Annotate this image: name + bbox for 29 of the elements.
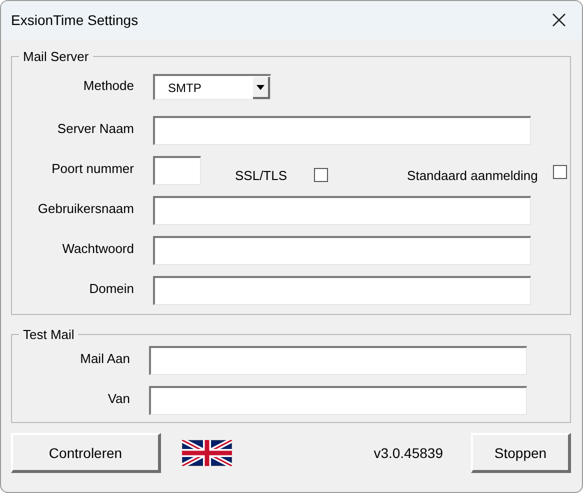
- field-label: Server Naam: [56, 120, 135, 136]
- field-label: Poort nummer: [50, 160, 135, 176]
- field-label: Methode: [82, 78, 135, 92]
- port-field[interactable]: [153, 156, 201, 184]
- field-label: Wachtwoord: [61, 240, 135, 256]
- input-field[interactable]: [149, 386, 527, 414]
- stop-button[interactable]: Stoppen: [471, 433, 571, 473]
- input-field[interactable]: [153, 236, 531, 264]
- version-text: v3.0.45839: [374, 445, 443, 461]
- checkbox[interactable]: [552, 165, 567, 179]
- field-label: Van: [106, 390, 131, 406]
- field-label: Mail Aan: [79, 350, 131, 366]
- check-button[interactable]: Controleren: [11, 433, 161, 473]
- close-icon: [552, 13, 566, 27]
- input-field[interactable]: [153, 276, 531, 304]
- input-field[interactable]: [153, 116, 531, 144]
- checkbox[interactable]: [314, 168, 328, 182]
- flag-icon: [182, 440, 232, 466]
- checkbox-label: Standaard aanmelding: [407, 168, 538, 182]
- group-title: Test Mail: [22, 327, 76, 342]
- caret-icon: [253, 76, 270, 98]
- method-dropdown[interactable]: SMTP: [153, 74, 271, 100]
- input-field[interactable]: [153, 196, 531, 224]
- group-title: Mail Server: [22, 49, 90, 64]
- input-field[interactable]: [149, 346, 527, 374]
- checkbox-label: SSL/TLS: [235, 168, 288, 182]
- field-label: Domein: [88, 280, 135, 296]
- window-title: ExsionTime Settings: [11, 12, 138, 28]
- field-label: Gebruikersnaam: [36, 200, 135, 216]
